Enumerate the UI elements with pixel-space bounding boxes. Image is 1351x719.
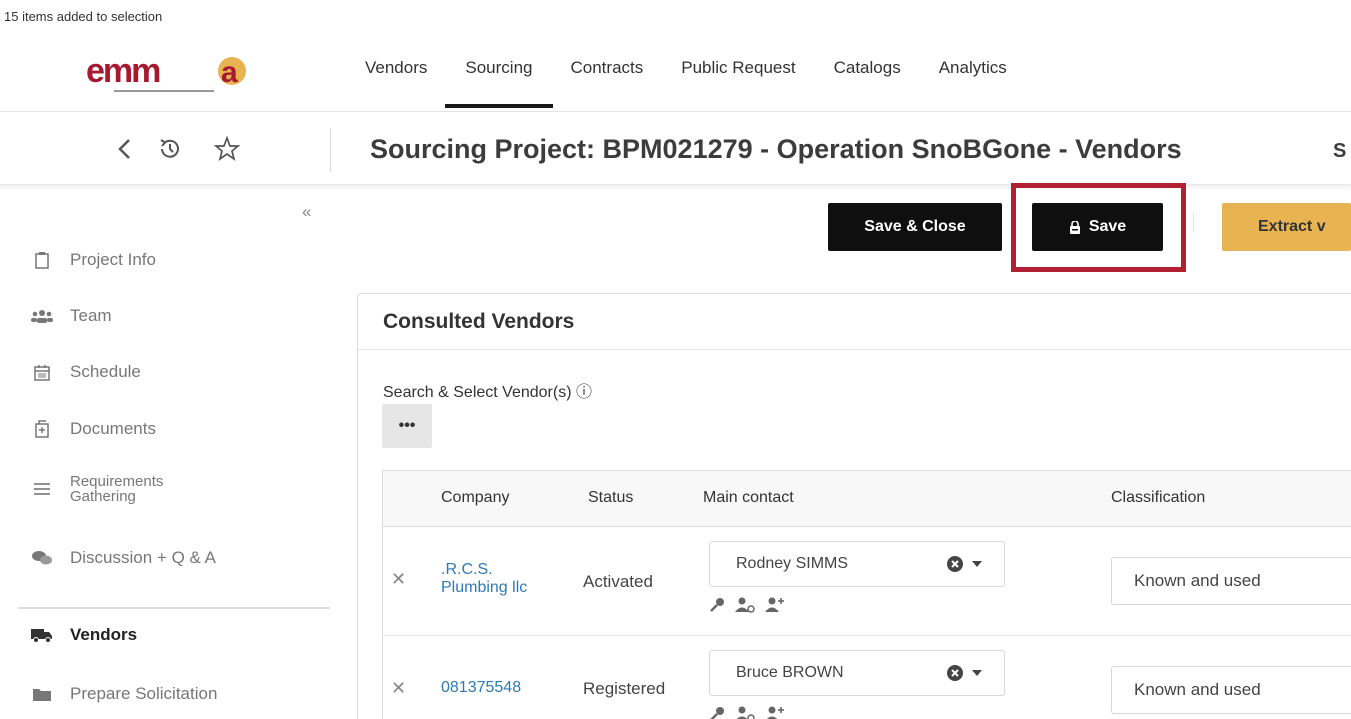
- sidebar-item-prepare-solicitation[interactable]: Prepare Solicitation: [30, 684, 217, 704]
- save-close-button[interactable]: Save & Close: [828, 203, 1002, 251]
- sidebar-item-label: Vendors: [70, 625, 138, 644]
- list-icon: [30, 482, 54, 496]
- sidebar-item-label: Requirements Gathering: [70, 473, 164, 505]
- calendar-icon: [30, 364, 54, 381]
- sidebar-item-vendors[interactable]: Vendors: [30, 625, 137, 645]
- status-text: Registered: [583, 679, 666, 698]
- vendors-table: Company Status Main contact Classificati…: [382, 470, 1351, 719]
- main-contact-select[interactable]: Bruce BROWN: [709, 650, 1005, 696]
- column-status[interactable]: Status: [588, 489, 633, 507]
- classification-select[interactable]: Known and used: [1111, 557, 1351, 605]
- clear-circle-icon[interactable]: [946, 664, 964, 682]
- key-icon[interactable]: [709, 706, 725, 719]
- add-user-icon[interactable]: [765, 706, 785, 719]
- nav-public-request[interactable]: Public Request: [681, 48, 795, 110]
- select-controls: [946, 555, 982, 573]
- user-settings-icon[interactable]: [735, 597, 755, 613]
- page-title-overflow: S: [1333, 140, 1347, 162]
- clipboard-icon: [30, 251, 54, 269]
- nav-analytics[interactable]: Analytics: [939, 48, 1007, 110]
- company-link[interactable]: .R.C.S. Plumbing llc: [441, 561, 551, 597]
- nav-vendors[interactable]: Vendors: [365, 48, 427, 110]
- column-company[interactable]: Company: [441, 489, 509, 507]
- discussion-icon: [30, 550, 54, 566]
- remove-row-icon[interactable]: ✕: [391, 569, 406, 590]
- contact-actions: [709, 706, 785, 719]
- table-row: ✕ 081375548 Registered Bruce BROWN Known…: [383, 636, 1351, 719]
- save-highlight-box: [1011, 183, 1186, 272]
- remove-row-icon[interactable]: ✕: [391, 678, 406, 699]
- contact-name: Rodney SIMMS: [736, 555, 849, 572]
- user-settings-icon[interactable]: [735, 706, 755, 719]
- history-icon[interactable]: [155, 132, 185, 166]
- sidebar-item-label: Project Info: [70, 250, 156, 269]
- status-text: Activated: [583, 572, 653, 591]
- nav-sourcing[interactable]: Sourcing: [445, 48, 553, 110]
- sidebar-item-documents[interactable]: Documents: [30, 419, 156, 439]
- folder-icon: [30, 687, 54, 702]
- sidebar-item-project-info[interactable]: Project Info: [30, 250, 156, 270]
- column-classification[interactable]: Classification: [1111, 489, 1205, 507]
- documents-icon: [30, 420, 54, 438]
- consulted-vendors-panel: Consulted Vendors Search & Select Vendor…: [357, 293, 1351, 719]
- extract-button[interactable]: Extract v: [1222, 203, 1351, 251]
- main-nav: Vendors Sourcing Contracts Public Reques…: [365, 48, 1045, 110]
- select-controls: [946, 664, 982, 682]
- sidebar-item-label: Discussion + Q & A: [70, 548, 216, 567]
- clear-circle-icon[interactable]: [946, 555, 964, 573]
- search-select-label: Search & Select Vendor(s) ⓘ: [383, 384, 592, 401]
- main-contact-select[interactable]: Rodney SIMMS: [709, 541, 1005, 587]
- panel-title: Consulted Vendors: [383, 310, 575, 333]
- table-row: ✕ .R.C.S. Plumbing llc Activated Rodney …: [383, 527, 1351, 636]
- back-chevron-icon[interactable]: [110, 132, 140, 166]
- nav-divider: [0, 111, 1351, 112]
- chevron-down-icon[interactable]: [972, 561, 982, 567]
- sidebar-item-label: Documents: [70, 419, 156, 438]
- nav-catalogs[interactable]: Catalogs: [834, 48, 901, 110]
- column-main-contact[interactable]: Main contact: [703, 489, 794, 507]
- team-icon: [30, 308, 54, 324]
- truck-icon: [30, 627, 54, 643]
- header-separator: [330, 128, 331, 172]
- collapse-sidebar-button[interactable]: «: [302, 202, 311, 222]
- sidebar-item-label: Prepare Solicitation: [70, 684, 218, 703]
- contact-actions: [709, 597, 785, 613]
- sidebar-item-requirements-gathering[interactable]: Requirements Gathering: [30, 474, 210, 504]
- sidebar-item-schedule[interactable]: Schedule: [30, 362, 141, 382]
- vendor-search-button[interactable]: •••: [382, 404, 432, 448]
- favorite-star-icon[interactable]: [212, 132, 242, 166]
- classification-value: Known and used: [1134, 571, 1261, 590]
- contact-name: Bruce BROWN: [736, 664, 844, 681]
- page-title: Sourcing Project: BPM021279 - Operation …: [370, 134, 1182, 164]
- table-header: Company Status Main contact Classificati…: [383, 471, 1351, 527]
- sidebar-item-discussion[interactable]: Discussion + Q & A: [30, 548, 216, 568]
- classification-value: Known and used: [1134, 680, 1261, 699]
- key-icon[interactable]: [709, 597, 725, 613]
- panel-header: Consulted Vendors: [358, 294, 1351, 350]
- classification-select[interactable]: Known and used: [1111, 666, 1351, 714]
- nav-contracts[interactable]: Contracts: [571, 48, 644, 110]
- sidebar-item-label: Team: [70, 306, 112, 325]
- sidebar-item-label: Schedule: [70, 362, 141, 381]
- button-separator: [1193, 213, 1194, 233]
- emma-logo[interactable]: emm a: [84, 52, 252, 96]
- chevron-down-icon[interactable]: [972, 670, 982, 676]
- selection-notice: 15 items added to selection: [4, 9, 163, 24]
- svg-text:emm: emm: [86, 52, 160, 90]
- sidebar-separator: [18, 607, 330, 609]
- add-user-icon[interactable]: [765, 597, 785, 613]
- company-link[interactable]: 081375548: [441, 679, 521, 697]
- svg-text:a: a: [221, 56, 238, 89]
- sidebar-item-team[interactable]: Team: [30, 306, 112, 326]
